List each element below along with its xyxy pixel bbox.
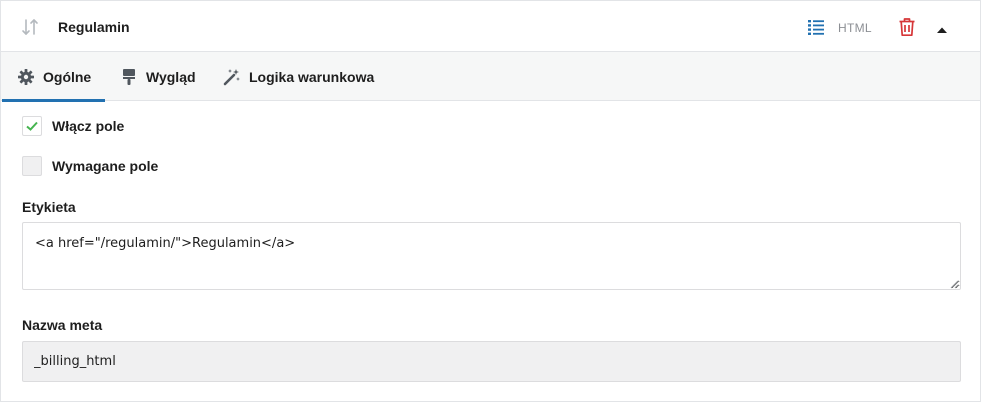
settings-tabs: Ogólne Wygląd Logika warunkowa bbox=[1, 52, 980, 102]
enable-field-checkbox[interactable] bbox=[22, 116, 42, 136]
field-title: Regulamin bbox=[58, 19, 130, 35]
meta-name-field[interactable] bbox=[22, 341, 961, 382]
gear-icon bbox=[17, 68, 35, 86]
tab-conditional-logic[interactable]: Logika warunkowa bbox=[209, 52, 374, 101]
tab-appearance-label: Wygląd bbox=[146, 68, 196, 85]
required-field-checkbox[interactable] bbox=[22, 156, 42, 176]
field-editor-panel: Regulamin HTML Ogólne Wygląd Logika waru… bbox=[0, 0, 981, 402]
caret-up-icon[interactable] bbox=[936, 22, 948, 33]
html-button-label: HTML bbox=[838, 21, 872, 35]
paintbrush-icon bbox=[120, 68, 138, 86]
required-field-option[interactable]: Wymagane pole bbox=[22, 156, 158, 176]
tab-general[interactable]: Ogólne bbox=[2, 52, 105, 102]
meta-name-label: Nazwa meta bbox=[22, 317, 103, 333]
field-header: Regulamin HTML bbox=[1, 1, 980, 52]
list-icon bbox=[807, 18, 825, 39]
tab-general-label: Ogólne bbox=[43, 68, 92, 85]
enable-field-label: Włącz pole bbox=[52, 118, 125, 134]
checkmark-icon bbox=[26, 121, 38, 131]
sort-arrows-icon[interactable] bbox=[21, 17, 39, 37]
trash-icon[interactable] bbox=[898, 17, 916, 37]
tab-conditional-logic-label: Logika warunkowa bbox=[249, 68, 375, 85]
tab-appearance[interactable]: Wygląd bbox=[105, 52, 196, 101]
label-field-label: Etykieta bbox=[22, 199, 76, 215]
html-button[interactable]: HTML bbox=[807, 18, 872, 38]
label-textarea[interactable]: <a href="/regulamin/">Regulamin</a> bbox=[22, 222, 961, 290]
required-field-label: Wymagane pole bbox=[52, 158, 159, 174]
magic-wand-icon bbox=[223, 68, 241, 86]
enable-field-option[interactable]: Włącz pole bbox=[22, 116, 124, 136]
